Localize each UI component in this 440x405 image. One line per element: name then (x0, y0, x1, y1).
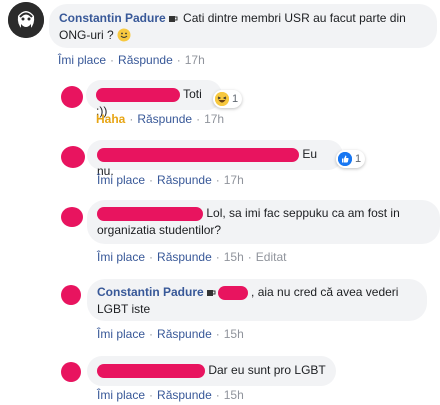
reply-text: Dar eu sunt pro LGBT (208, 363, 326, 377)
reply-bubble: Constantin Padure , aia nu cred că avea … (87, 279, 427, 321)
comment-bubble: Constantin Padure Cati dintre membri USR… (49, 4, 437, 48)
haha-reaction-link[interactable]: Haha (96, 112, 125, 126)
reply-link[interactable]: Răspunde (157, 173, 212, 187)
reply-time[interactable]: 17h (204, 112, 224, 126)
reaction-count: 1 (232, 93, 239, 105)
reply-text-line2: LGBT iste (97, 302, 151, 316)
reply-actions: Îmi place · Răspunde · 17h (97, 173, 244, 187)
like-emoji-icon (338, 152, 352, 166)
reply-bubble: Eu nu. (87, 140, 343, 178)
reply-actions: Haha · Răspunde · 17h (96, 112, 225, 126)
like-link[interactable]: Îmi place (97, 327, 145, 341)
reply-time[interactable]: 15h (224, 388, 244, 402)
reply-avatar[interactable] (61, 86, 83, 108)
reply-avatar[interactable] (61, 362, 81, 382)
reaction-count: 1 (355, 153, 362, 165)
avatar-illustration-icon (8, 2, 44, 38)
author-avatar[interactable] (8, 2, 44, 38)
reply-link[interactable]: Răspunde (118, 53, 173, 67)
redacted-author (97, 147, 299, 162)
coffee-icon (168, 16, 178, 22)
comment-author[interactable]: Constantin Padure (59, 11, 166, 25)
reply-avatar[interactable] (61, 146, 85, 168)
redacted-author (97, 206, 203, 221)
reply-text-line1: , aia nu cred că avea vederi (251, 285, 399, 299)
reply-text-line1: Lol, sa imi fac seppuku ca am fost in (206, 206, 400, 220)
reply-link[interactable]: Răspunde (157, 250, 212, 264)
redacted-author (96, 87, 180, 102)
reply-actions: Îmi place · Răspunde · 15h (97, 388, 244, 402)
like-link[interactable]: Îmi place (97, 250, 145, 264)
reply-link[interactable]: Răspunde (137, 112, 192, 126)
reaction-badge[interactable]: 1 (213, 90, 243, 108)
reply-link[interactable]: Răspunde (157, 327, 212, 341)
redacted-author (97, 363, 205, 378)
like-link[interactable]: Îmi place (58, 53, 106, 67)
reply-time[interactable]: 17h (224, 173, 244, 187)
reply-time[interactable]: 15h (224, 327, 244, 341)
reply-bubble: Lol, sa imi fac seppuku ca am fost in or… (87, 200, 440, 244)
reply-avatar[interactable] (61, 207, 83, 227)
coffee-icon (206, 290, 216, 296)
reply-actions: Îmi place · Răspunde · 15h · Editat (97, 250, 287, 264)
smile-emoji-icon (117, 28, 131, 42)
reply-author[interactable]: Constantin Padure (97, 285, 204, 299)
reaction-badge[interactable]: 1 (336, 150, 366, 168)
reply-bubble: Dar eu sunt pro LGBT (87, 356, 336, 386)
reply-avatar[interactable] (61, 285, 81, 305)
haha-emoji-icon (215, 92, 229, 106)
reply-link[interactable]: Răspunde (157, 388, 212, 402)
reply-time[interactable]: 15h (224, 250, 244, 264)
edited-label[interactable]: Editat (256, 250, 287, 264)
like-link[interactable]: Îmi place (97, 388, 145, 402)
like-link[interactable]: Îmi place (97, 173, 145, 187)
reply-bubble: Toti :)) (86, 80, 222, 118)
comment-actions: Îmi place · Răspunde · 17h (58, 53, 205, 67)
redacted-mention (217, 285, 248, 300)
comment-time[interactable]: 17h (185, 53, 205, 67)
reply-actions: Îmi place · Răspunde · 15h (97, 327, 244, 341)
reply-text-line2: organizatia studentilor? (97, 223, 222, 237)
